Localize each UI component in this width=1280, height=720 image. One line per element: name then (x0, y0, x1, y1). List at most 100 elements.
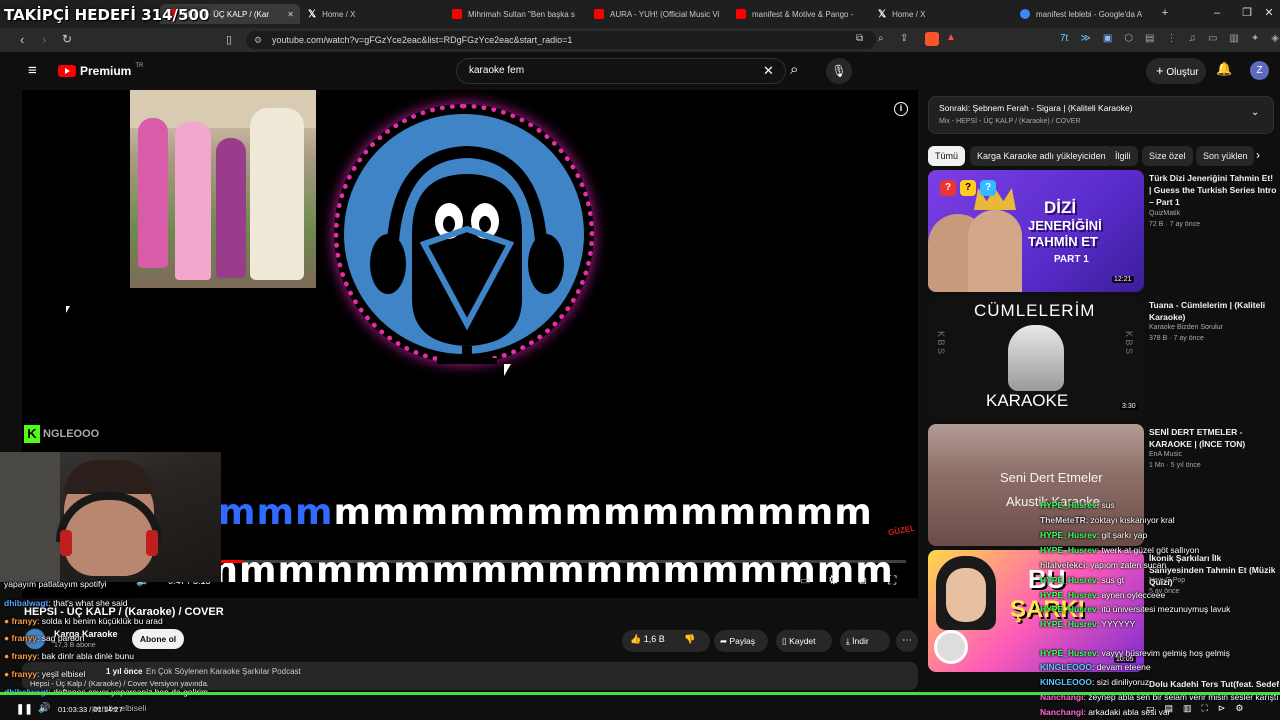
settings-gear-icon[interactable]: ⚙ (828, 572, 840, 588)
minimize-icon[interactable]: – (1210, 6, 1224, 20)
youtube-logo[interactable]: Premium TR (58, 63, 143, 78)
stream-play-pause-icon[interactable]: ❚❚ (16, 704, 33, 715)
extension-icon[interactable]: ▤ (1145, 33, 1154, 44)
stream-controls-right: ▭ ▤ ▥ ⛶ ⊳ ⚙ (1146, 703, 1243, 714)
sidebar-icon[interactable]: ▥ (1229, 33, 1238, 44)
expand-queue-icon[interactable]: ⌄ (1251, 107, 1259, 118)
like-button[interactable]: 👍 1,6 B (630, 634, 665, 645)
rec-title-3[interactable]: SENİ DERT ETMELER - KARAOKE | (İNCE TON) (1149, 426, 1277, 450)
open-external-icon[interactable]: ⧉ (856, 33, 863, 44)
subtitles-icon[interactable]: ▭ (800, 574, 810, 587)
download-button[interactable]: ⤓ İndir (840, 630, 890, 652)
rec-thumbnail-2[interactable]: CÜMLELERİM KARAOKE K B S K B S 3:30 (928, 297, 1144, 419)
save-playlist-icon: ▯ (782, 636, 787, 646)
tab-manifest[interactable]: manifest & Motive & Pango - (736, 4, 864, 24)
chat-message: KINGLEOOO: sizi diniliyoruz (1040, 677, 1150, 687)
chip-for-you[interactable]: Size özel (1142, 146, 1193, 166)
rec-title-2[interactable]: Tuana - Cümlelerim | (Kaliteli Karaoke) (1149, 299, 1277, 323)
queue-panel[interactable]: Sonraki: Şebnem Ferah - Sigara | (Kalite… (928, 96, 1274, 134)
share-page-icon[interactable]: ⇪ (900, 33, 908, 44)
fullscreen-icon[interactable]: ⛶ (1202, 703, 1208, 714)
chips-next-icon[interactable]: › (1256, 148, 1260, 162)
youtube-header: ≡ Premium TR karaoke fem ✕ ⌕ 🎙 + Oluştur… (0, 52, 1280, 90)
reading-list-icon[interactable]: ▭ (1208, 33, 1217, 44)
translate-icon[interactable]: ▣ (1103, 33, 1112, 44)
vpn-icon[interactable]: ◈ (1271, 33, 1279, 44)
brave-shield-icon[interactable] (925, 32, 939, 46)
settings-gear-icon[interactable]: ⚙ (1235, 703, 1243, 714)
description-box[interactable]: 1 yıl önce En Çok Söylenen Karaoke Şarkı… (22, 662, 918, 690)
chat-message: KINGLEOOO: devam eteene (1040, 662, 1151, 672)
like-dislike-group: 👍 1,6 B 👎 (622, 630, 710, 652)
rec-channel-3[interactable]: EnA Music (1149, 451, 1182, 458)
tab-google[interactable]: manifest leblebi - Google'da A (1020, 4, 1148, 24)
hamburger-menu-icon[interactable]: ≡ (28, 62, 37, 79)
notifications-bell-icon[interactable]: 🔔 (1216, 61, 1232, 77)
subscribe-button[interactable]: Abone ol (132, 629, 184, 649)
chip-recently-uploaded[interactable]: Son yüklen (1196, 146, 1254, 166)
rec-title-1[interactable]: Türk Dizi Jeneriğini Tahmin Et! | Guess … (1149, 172, 1277, 208)
extension-icon[interactable]: ⋮ (1166, 33, 1176, 44)
new-tab-icon[interactable]: + (1158, 6, 1172, 20)
video-info-icon[interactable]: i (894, 102, 908, 116)
chat-message: HYPE_Husrev: vayyy hüsrevim gelmiş hoş g… (1040, 648, 1230, 658)
close-window-icon[interactable]: ✕ (1262, 6, 1276, 20)
rewards-icon[interactable]: ▲ (946, 32, 956, 43)
search-icon[interactable]: ⌕ (790, 61, 798, 78)
rec-title-5[interactable]: Dolu Kadehi Ters Tut(feat. Sedef (1149, 678, 1279, 690)
chip-related[interactable]: İlgili (1108, 146, 1138, 166)
save-button[interactable]: ▯ Kaydet (776, 630, 832, 652)
share-button[interactable]: ➦ Paylaş (714, 630, 768, 652)
back-icon[interactable]: ‹ (20, 32, 24, 47)
pip-icon[interactable]: ⊳ (1218, 703, 1226, 714)
extension-icon[interactable]: 7t (1060, 33, 1068, 44)
lyric-sung-portion: mmm (218, 492, 334, 533)
stream-time: 01:03:33 / 01:14:27 (58, 705, 123, 714)
dislike-button[interactable]: 👎 (684, 634, 695, 645)
rec-thumbnail-3[interactable]: Seni Dert Etmeler Akustik Karaoke (928, 424, 1144, 546)
chat-message: ● franyy: yeşil elbisel (4, 669, 86, 679)
miniplayer-icon[interactable]: ⧉ (858, 573, 867, 588)
stopwatch-icon (934, 630, 968, 664)
crow-headphone-mic-icon (370, 145, 564, 364)
theater-mode-icon[interactable]: ▥ (1183, 703, 1192, 714)
tab-home-x-2[interactable]: 𝕏 Home / X (878, 4, 1006, 24)
stream-volume-icon[interactable]: 🔊 (38, 703, 50, 714)
chip-from-uploader[interactable]: Karga Karaoke adlı yükleyiciden (970, 146, 1113, 166)
chat-toggle-icon[interactable]: ▤ (1165, 703, 1174, 714)
rec-channel-2[interactable]: Karaoke Bizden Sorulur (1149, 324, 1223, 331)
rec-channel-1[interactable]: QuizMatik (1149, 210, 1180, 217)
reload-icon[interactable]: ↻ (62, 32, 72, 46)
stream-progress-bar[interactable] (0, 692, 1280, 695)
close-tab-icon[interactable]: ✕ (287, 10, 300, 19)
search-input[interactable]: karaoke fem ✕ (456, 58, 786, 84)
rec-channel-4[interactable]: New-G Pop (1149, 577, 1185, 584)
clip-icon[interactable]: ▭ (1146, 703, 1155, 714)
voice-search-icon[interactable]: 🎙 (826, 58, 852, 84)
forward-icon[interactable]: › (42, 32, 46, 47)
extension-icon[interactable]: ⬡ (1124, 33, 1133, 44)
media-icon[interactable]: ♫ (1188, 33, 1196, 44)
maximize-icon[interactable]: ❐ (1240, 6, 1254, 20)
extension-icon[interactable]: ≫ (1080, 33, 1090, 44)
tab-aura[interactable]: AURA - YUH! (Official Music Vi (594, 4, 722, 24)
url-field[interactable]: ⚙ youtube.com/watch?v=gFGzYce2eac&list=R… (246, 31, 876, 49)
rec-thumbnail-1[interactable]: ? ? ? DİZİ JENERİĞİNİ TAHMİN ET PART 1 1… (928, 170, 1144, 292)
tab-mihrimah[interactable]: Mihrimah Sultan "Ben başka s (452, 4, 580, 24)
share-icon: ➦ (720, 636, 728, 646)
bookmark-icon[interactable]: ▯ (226, 33, 232, 46)
description-date: 1 yıl önce (106, 667, 143, 676)
webcam-feed (0, 452, 221, 582)
extensions-puzzle-icon[interactable]: ✦ (1251, 33, 1259, 44)
chat-message: HYPE_Husrev: twerk at güzel göt sallıyon (1040, 545, 1200, 555)
tab-home-x-1[interactable]: 𝕏 Home / X (308, 4, 438, 24)
create-button[interactable]: + Oluştur (1146, 58, 1206, 84)
chip-all[interactable]: Tümü (928, 146, 966, 166)
zoom-icon[interactable]: ⌕ (878, 33, 884, 44)
more-actions-icon[interactable]: ⋯ (896, 630, 918, 652)
download-icon: ⤓ (846, 636, 850, 646)
clear-search-icon[interactable]: ✕ (763, 59, 774, 83)
site-info-icon[interactable]: ⚙ (254, 31, 262, 49)
account-avatar[interactable]: Z (1250, 61, 1269, 80)
fullscreen-icon[interactable]: ⛶ (888, 573, 896, 588)
